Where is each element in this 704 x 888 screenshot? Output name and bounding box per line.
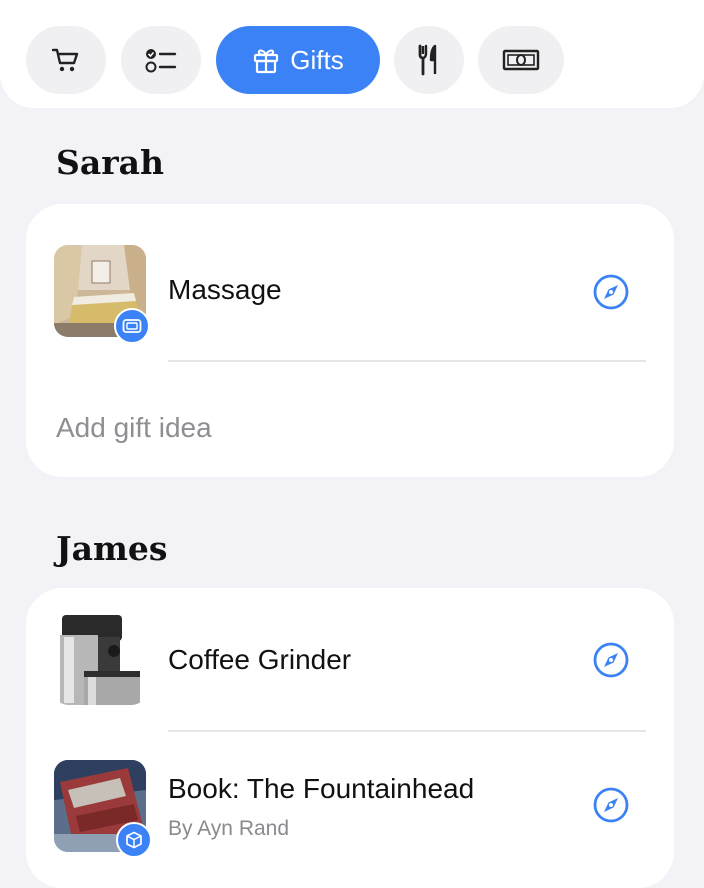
ticket-badge xyxy=(114,308,150,344)
compass-icon[interactable] xyxy=(592,641,630,679)
section-title-sarah: Sarah xyxy=(56,143,164,182)
tab-dining[interactable] xyxy=(394,26,464,94)
compass-icon[interactable] xyxy=(592,786,630,824)
gift-title[interactable]: Book: The Fountainhead xyxy=(168,773,474,805)
gift-thumbnail[interactable] xyxy=(54,613,146,705)
row-divider xyxy=(168,360,646,362)
banknote-icon xyxy=(502,49,540,71)
gift-list-card: Coffee Grinder Book: The Fountainhead By… xyxy=(26,588,674,888)
tab-gifts-label: Gifts xyxy=(290,44,344,75)
box-icon xyxy=(126,831,142,849)
section-title-james: James xyxy=(56,529,168,568)
row-divider xyxy=(168,730,646,732)
gift-list-card: Massage Add gift idea xyxy=(26,204,674,477)
add-gift-idea-field[interactable]: Add gift idea xyxy=(56,412,212,444)
gift-title[interactable]: Massage xyxy=(168,274,282,306)
tab-money[interactable] xyxy=(478,26,564,94)
compass-icon[interactable] xyxy=(592,273,630,311)
ticket-icon xyxy=(122,319,142,333)
checklist-icon xyxy=(145,49,177,73)
box-badge xyxy=(116,822,152,858)
cart-icon xyxy=(51,48,79,72)
filter-bar: Gifts xyxy=(0,0,704,108)
gift-title[interactable]: Coffee Grinder xyxy=(168,644,351,676)
coffee-grinder-photo xyxy=(54,613,146,705)
tab-shopping[interactable] xyxy=(26,26,106,94)
fork-knife-icon xyxy=(418,44,437,76)
gift-icon xyxy=(254,49,279,74)
gift-subtitle: By Ayn Rand xyxy=(168,817,290,840)
tab-gifts[interactable]: Gifts xyxy=(216,26,380,94)
tab-todo[interactable] xyxy=(121,26,201,94)
